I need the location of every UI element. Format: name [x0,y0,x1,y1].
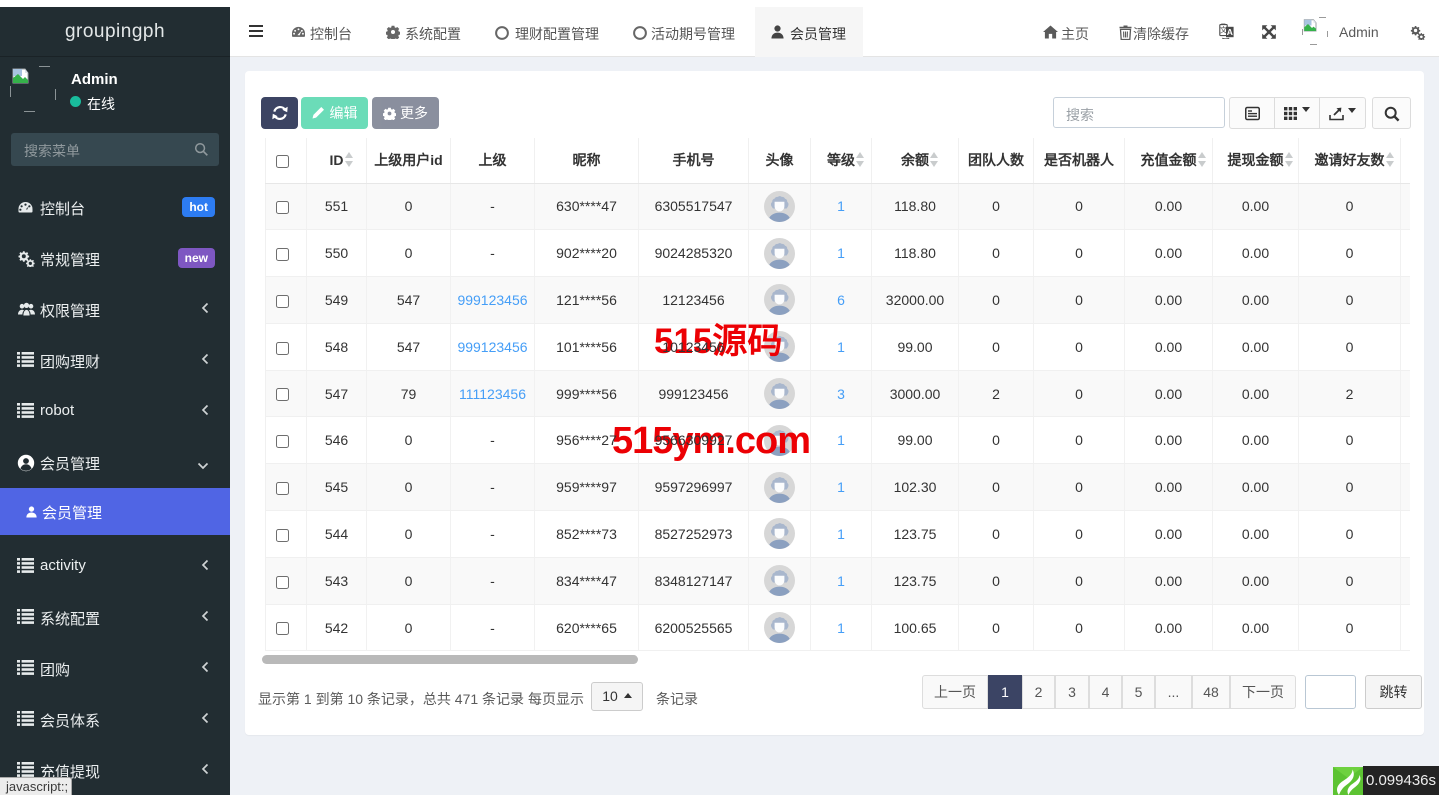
svg-text:A: A [1227,27,1233,37]
